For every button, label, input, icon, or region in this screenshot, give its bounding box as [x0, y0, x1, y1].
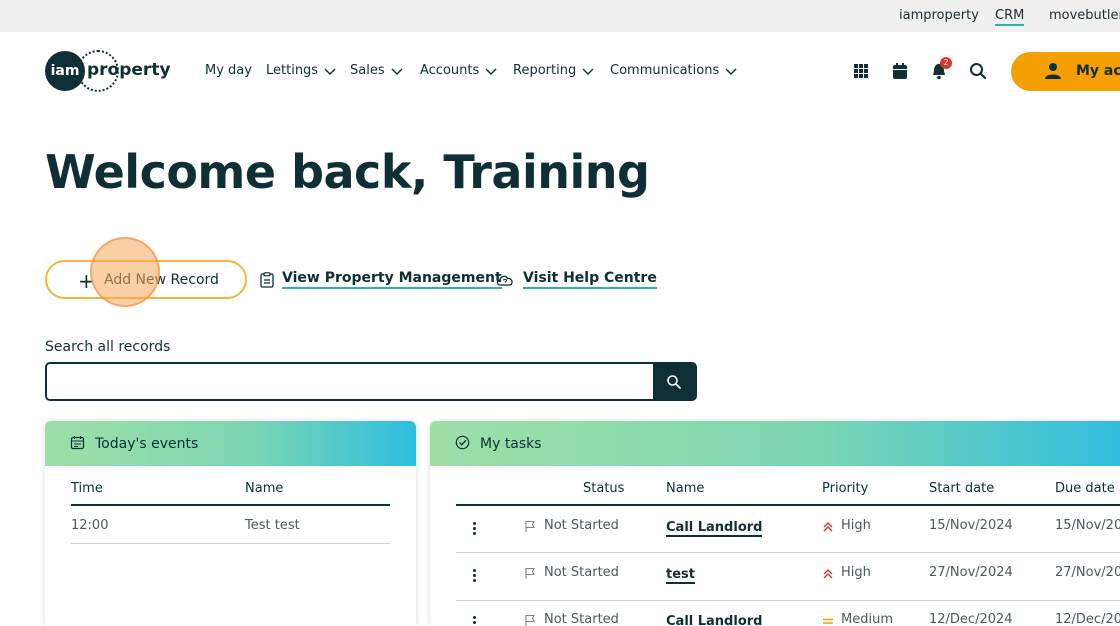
topbar-link-movebutler[interactable]: movebutler: [1049, 8, 1120, 23]
my-account-button[interactable]: My account: [1011, 52, 1120, 91]
page-title: Welcome back, Training: [45, 145, 650, 199]
nav-label: My day: [205, 63, 252, 78]
task-priority: Medium: [841, 612, 893, 626]
task-priority: High: [841, 565, 871, 580]
tasks-header-rule: [456, 504, 1120, 506]
nav-my-day[interactable]: My day: [205, 63, 252, 78]
my-tasks-card: My tasks Status Name Priority Start date…: [430, 421, 1120, 626]
priority-high-icon: [823, 569, 833, 579]
task-row-rule: [456, 552, 1120, 553]
my-tasks-title: My tasks: [480, 436, 542, 452]
view-property-management-label: View Property Management: [282, 270, 502, 289]
events-header-rule: [71, 504, 390, 506]
priority-medium-icon: [823, 618, 833, 624]
search-submit-button[interactable]: [653, 364, 695, 399]
task-due-date: 15/Nov/2024: [1055, 518, 1120, 533]
visit-help-centre-label: Visit Help Centre: [523, 270, 657, 289]
search-icon[interactable]: [968, 61, 988, 81]
nav-label: Reporting: [513, 63, 577, 78]
apps-grid-icon[interactable]: [851, 61, 871, 81]
tasks-col-status: Status: [583, 481, 625, 496]
nav-label: Communications: [610, 63, 720, 78]
search-input[interactable]: [47, 364, 653, 399]
brand-logo[interactable]: iam property: [45, 50, 171, 92]
event-row-rule: [71, 543, 390, 544]
chevron-down-icon: [725, 68, 737, 75]
my-account-label: My account: [1076, 63, 1120, 79]
task-row-menu-icon[interactable]: [473, 569, 477, 584]
priority-high-icon: [823, 522, 833, 532]
task-name-link[interactable]: Call Landlord: [666, 520, 763, 537]
topbar-link-crm[interactable]: CRM: [995, 8, 1025, 26]
task-start-date: 12/Dec/2024: [929, 612, 1013, 626]
events-col-time: Time: [71, 481, 103, 496]
top-utility-bar: iamproperty CRM movebutler: [0, 0, 1120, 32]
tasks-col-priority: Priority: [822, 481, 869, 496]
nav-communications[interactable]: Communications: [610, 63, 737, 78]
my-tasks-header: My tasks: [430, 421, 1120, 466]
task-name-link[interactable]: test: [666, 567, 695, 584]
cloud-question-icon: [496, 275, 513, 286]
task-status: Not Started: [544, 565, 619, 580]
flag-icon: [525, 567, 535, 579]
notification-count-badge: 2: [940, 57, 952, 69]
events-col-name: Name: [245, 481, 284, 496]
task-start-date: 27/Nov/2024: [929, 565, 1013, 580]
nav-label: Accounts: [420, 63, 480, 78]
clipboard-icon: [260, 271, 274, 288]
nav-label: Sales: [350, 63, 385, 78]
task-start-date: 15/Nov/2024: [929, 518, 1013, 533]
flag-icon: [525, 614, 535, 626]
chevron-down-icon: [391, 68, 403, 75]
chevron-down-icon: [324, 68, 336, 75]
add-new-record-button[interactable]: + Add New Record: [45, 260, 247, 299]
task-name-link[interactable]: Call Landlord: [666, 614, 762, 626]
logo-badge: iam: [45, 51, 85, 91]
search-icon: [667, 374, 681, 389]
plus-icon: +: [78, 269, 95, 293]
view-property-management-link[interactable]: View Property Management: [260, 270, 502, 289]
topbar-link-iamproperty[interactable]: iamproperty: [899, 8, 979, 23]
nav-sales[interactable]: Sales: [350, 63, 403, 78]
calendar-outline-icon: [70, 436, 85, 450]
tasks-col-start-date: Start date: [929, 481, 995, 496]
search-field: [45, 362, 697, 401]
visit-help-centre-link[interactable]: Visit Help Centre: [495, 270, 657, 289]
task-row-menu-icon[interactable]: [473, 522, 477, 537]
event-time: 12:00: [71, 518, 109, 533]
task-row-menu-icon[interactable]: [473, 616, 477, 626]
todays-events-title: Today's events: [95, 436, 199, 452]
check-circle-icon: [455, 435, 470, 450]
nav-reporting[interactable]: Reporting: [513, 63, 594, 78]
tasks-col-name: Name: [666, 481, 705, 496]
nav-lettings[interactable]: Lettings: [266, 63, 336, 78]
task-due-date: 27/Nov/2024: [1055, 565, 1120, 580]
todays-events-card: Today's events Time Name 12:00 Test test: [45, 421, 416, 626]
event-name: Test test: [245, 518, 300, 533]
nav-accounts[interactable]: Accounts: [420, 63, 497, 78]
flag-icon: [525, 520, 535, 532]
task-row-rule: [456, 600, 1120, 601]
task-priority: High: [841, 518, 871, 533]
chevron-down-icon: [485, 68, 497, 75]
chevron-down-icon: [582, 68, 594, 75]
task-due-date: 12/Dec/2024: [1055, 612, 1120, 626]
nav-label: Lettings: [266, 63, 319, 78]
tasks-col-due-date: Due date: [1055, 481, 1115, 496]
search-label: Search all records: [45, 339, 171, 355]
calendar-icon[interactable]: [890, 61, 910, 81]
task-status: Not Started: [544, 612, 619, 626]
add-new-record-label: Add New Record: [104, 272, 219, 288]
logo-word: property: [87, 60, 171, 80]
user-icon: [1045, 63, 1061, 79]
todays-events-header: Today's events: [45, 421, 416, 466]
task-status: Not Started: [544, 518, 619, 533]
